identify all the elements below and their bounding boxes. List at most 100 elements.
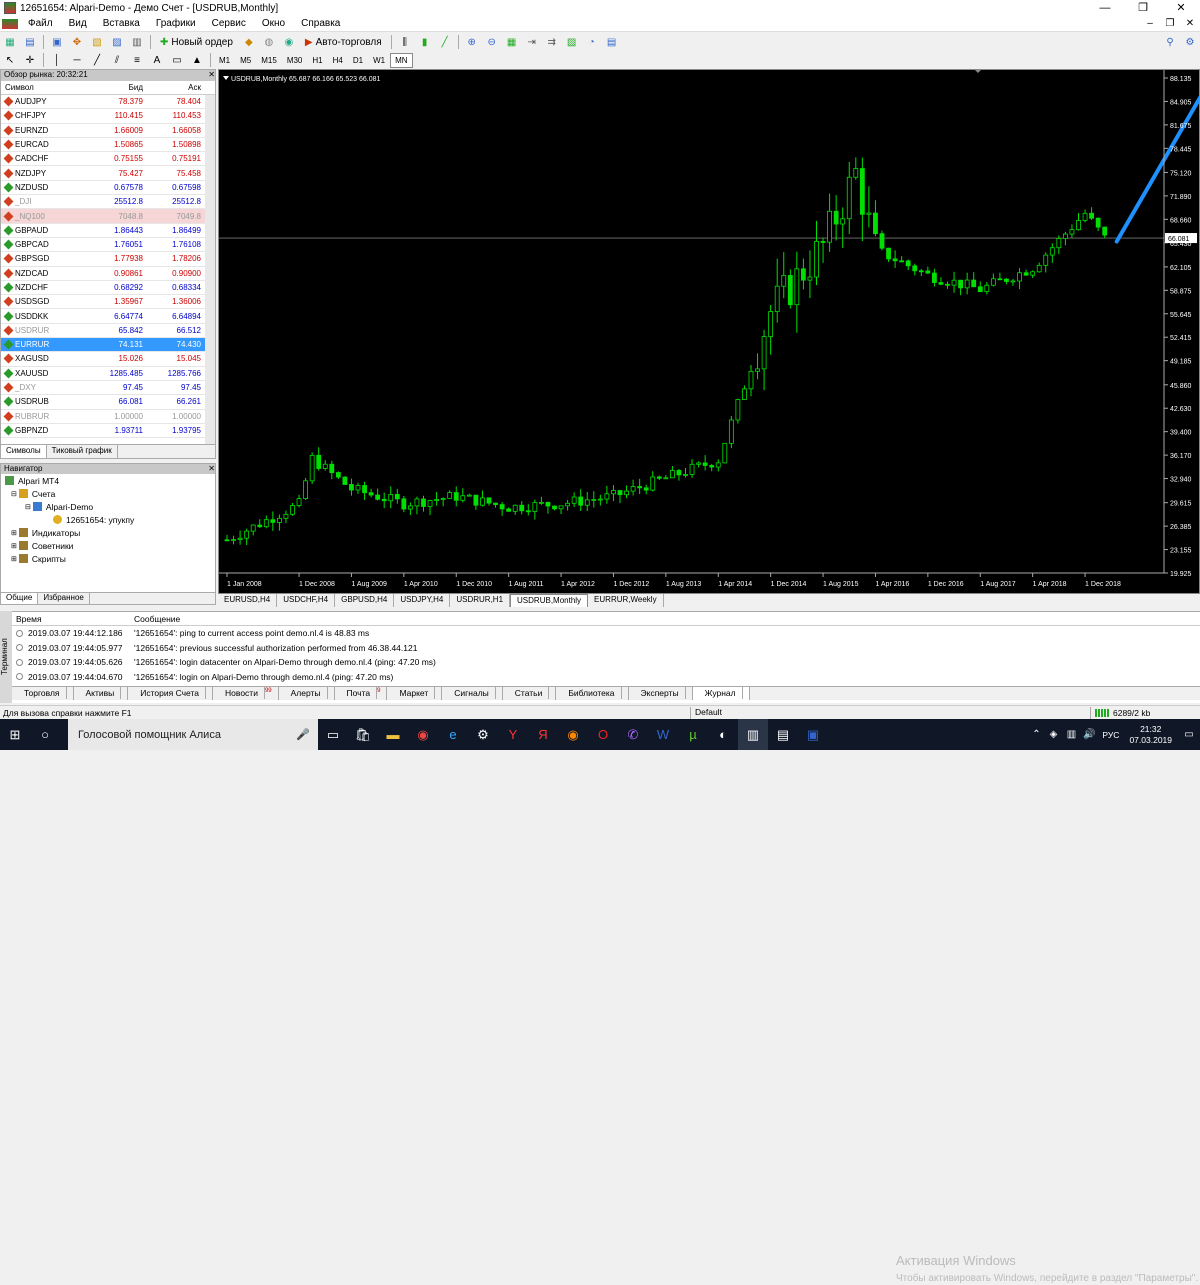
nav-experts[interactable]: ⊞ Советники [1, 539, 215, 552]
metatrader-icon[interactable]: ▥ [738, 719, 768, 750]
market-watch-row[interactable]: _NQ100 7048.8 7049.8 [1, 209, 215, 224]
tab-tick-chart[interactable]: Тиковый график [47, 445, 118, 458]
chart-shift-icon[interactable]: ⇥ [524, 34, 540, 50]
vertical-line-icon[interactable]: │ [49, 52, 65, 68]
timeframe-h4[interactable]: H4 [328, 53, 348, 68]
col-bid[interactable]: Бид [89, 83, 145, 92]
cursor-icon[interactable]: ↖ [2, 52, 18, 68]
menu-app-icon[interactable] [2, 18, 18, 29]
price-chart[interactable]: 88.135 84.905 81.675 78.445 75.120 71.890 68.6… [219, 70, 1200, 593]
market-watch-row[interactable]: GBPAUD 1.86443 1.86499 [1, 224, 215, 238]
close-icon[interactable]: ✕ [208, 464, 215, 474]
store-icon[interactable]: 🛍 [348, 719, 378, 750]
terminal-tab[interactable]: Сигналы [442, 687, 503, 700]
market-watch-row[interactable]: USDRUB 66.081 66.261 [1, 395, 215, 410]
tester-icon[interactable]: ▥ [129, 34, 145, 50]
mdi-close-button[interactable]: ✕ [1180, 18, 1200, 29]
chart-window[interactable]: 88.135 84.905 81.675 78.445 75.120 71.890 68.6… [218, 69, 1200, 594]
chart-tab[interactable]: EURUSD,H4 [218, 594, 278, 607]
market-watch-row[interactable]: _DJI 25512.8 25512.8 [1, 195, 215, 210]
nav-root[interactable]: Alpari MT4 [1, 474, 215, 487]
menu-item-2[interactable]: Вставка [95, 18, 148, 29]
start-icon[interactable]: ⊞ [0, 719, 30, 750]
zoom-in-icon[interactable]: ⊕ [464, 34, 480, 50]
chart-tab[interactable]: EURRUR,Weekly [588, 594, 664, 607]
menu-item-1[interactable]: Вид [61, 18, 95, 29]
market-watch-row[interactable]: _DXY 97.45 97.45 [1, 381, 215, 396]
terminal-tab[interactable]: Новости 99 [213, 687, 279, 700]
metaeditor-icon[interactable]: ◆ [241, 34, 257, 50]
market-watch-row[interactable]: XAUUSD 1285.485 1285.766 [1, 367, 215, 381]
timeframe-m30[interactable]: M30 [282, 53, 308, 68]
templates-icon[interactable]: ▤ [604, 34, 620, 50]
terminal-tab[interactable]: Алерты [279, 687, 335, 700]
timeframe-m5[interactable]: M5 [235, 53, 256, 68]
market-watch-row[interactable]: RUBRUR 1.00000 1.00000 [1, 410, 215, 424]
market-watch-row[interactable]: EURCAD 1.50865 1.50898 [1, 138, 215, 153]
close-icon[interactable]: ✕ [208, 70, 215, 81]
col-time[interactable]: Время [12, 614, 130, 624]
nav-server[interactable]: ⊟ Alpari-Demo [1, 500, 215, 513]
timeframe-w1[interactable]: W1 [368, 53, 390, 68]
horizontal-line-icon[interactable]: ─ [69, 52, 85, 68]
steam-icon[interactable]: ◐ [708, 719, 738, 750]
market-watch-scrollbar[interactable] [205, 95, 215, 445]
menu-item-5[interactable]: Окно [254, 18, 293, 29]
terminal-tab[interactable]: Статьи [503, 687, 557, 700]
menu-item-6[interactable]: Справка [293, 18, 348, 29]
close-button[interactable]: ✕ [1162, 0, 1200, 16]
new-order-button[interactable]: ✚ Новый ордер [156, 34, 237, 50]
terminal-icon[interactable]: ▨ [109, 34, 125, 50]
edge-icon[interactable]: e [438, 719, 468, 750]
navigator-icon[interactable]: ▧ [89, 34, 105, 50]
nav-account[interactable]: 12651654: упукпу [1, 513, 215, 526]
opera-icon[interactable]: O [588, 719, 618, 750]
bar-chart-icon[interactable]: ⫼ [397, 34, 413, 50]
menu-item-0[interactable]: Файл [20, 18, 61, 29]
voice-assistant-search[interactable]: Голосовой помощник Алиса 🎤 [68, 719, 318, 750]
search-circle-icon[interactable]: ○ [30, 719, 60, 750]
market-watch-row[interactable]: GBPNZD 1.93711 1.93795 [1, 424, 215, 439]
yandex-icon[interactable]: Y [498, 719, 528, 750]
chart-tab[interactable]: USDCHF,H4 [277, 594, 336, 607]
menu-item-4[interactable]: Сервис [204, 18, 254, 29]
market-watch-row[interactable]: EURNZD 1.66009 1.66058 [1, 124, 215, 138]
terminal-tab[interactable]: История Счета [128, 687, 214, 700]
market-watch-row[interactable]: CHFJPY 110.415 110.453 [1, 109, 215, 124]
col-message[interactable]: Сообщение [130, 614, 1200, 624]
restore-button[interactable]: ❐ [1124, 0, 1162, 16]
chrome-icon[interactable]: ◉ [408, 719, 438, 750]
tile-windows-icon[interactable]: ▦ [504, 34, 520, 50]
timeframe-h1[interactable]: H1 [307, 53, 327, 68]
market-watch-row[interactable]: NZDCAD 0.90861 0.90900 [1, 267, 215, 281]
notifications-icon[interactable]: ▭ [1178, 719, 1200, 750]
market-watch-row[interactable]: GBPSGD 1.77938 1.78206 [1, 252, 215, 267]
chart-tab[interactable]: USDRUB,Monthly [510, 594, 589, 607]
journal-row[interactable]: 2019.03.07 19:44:04.670 '12651654': login… [12, 670, 1200, 685]
market-watch-row[interactable]: USDRUR 65.842 66.512 [1, 324, 215, 339]
candlestick-icon[interactable]: ▮ [417, 34, 433, 50]
market-watch-row[interactable]: USDSGD 1.35967 1.36006 [1, 295, 215, 310]
market-watch-row[interactable]: CADCHF 0.75155 0.75191 [1, 152, 215, 167]
nav-scripts[interactable]: ⊞ Скрипты [1, 552, 215, 565]
market-watch-row[interactable]: NZDJPY 75.427 75.458 [1, 166, 215, 181]
auto-trading-button[interactable]: ▶ Авто-торговля [301, 34, 386, 50]
journal-row[interactable]: 2019.03.07 19:44:05.626 '12651654': login… [12, 655, 1200, 670]
terminal-tab[interactable]: Почта 9 [335, 687, 388, 700]
indicators-icon[interactable]: ▨ [564, 34, 580, 50]
terminal-tab[interactable]: Журнал [692, 687, 750, 700]
language-indicator[interactable]: РУС [1098, 730, 1123, 740]
clock[interactable]: 21:32 07.03.2019 [1123, 724, 1178, 746]
trendline-icon[interactable]: ╱ [89, 52, 105, 68]
zoom-out-icon[interactable]: ⊖ [484, 34, 500, 50]
mdi-minimize-button[interactable]: – [1140, 18, 1160, 29]
tray-up-icon[interactable]: ⌃ [1028, 719, 1044, 750]
market-watch-row[interactable]: USDDKK 6.64774 6.64894 [1, 309, 215, 324]
yandex-browser-icon[interactable]: Я [528, 719, 558, 750]
tab-common[interactable]: Общие [1, 593, 39, 604]
market-icon[interactable]: ◉ [281, 34, 297, 50]
autoscroll-icon[interactable]: ⇉ [544, 34, 560, 50]
settings-gear-icon[interactable]: ⚙ [468, 719, 498, 750]
periods-icon[interactable]: ◔ [584, 34, 600, 50]
nav-indicators[interactable]: ⊞ Индикаторы [1, 526, 215, 539]
